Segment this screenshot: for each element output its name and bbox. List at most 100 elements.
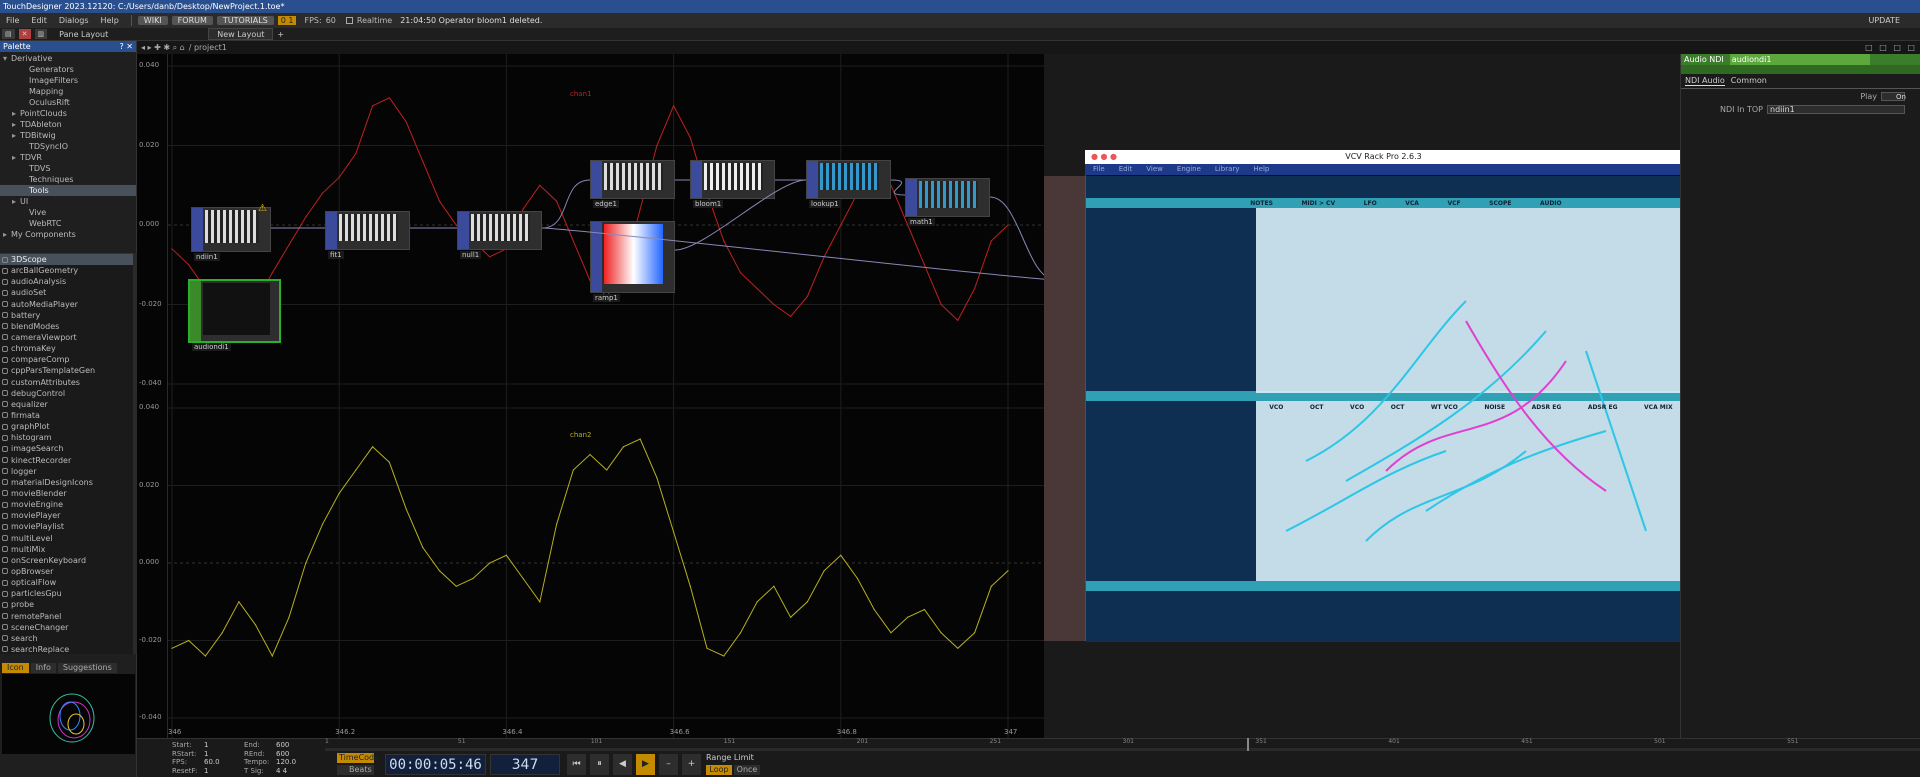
- tab-new-layout[interactable]: New Layout: [208, 28, 274, 40]
- nav-icons[interactable]: ◂ ▸ ✚ ✱ ⌕ ⌂: [141, 43, 185, 53]
- node-bloom1[interactable]: bloom1: [690, 160, 775, 208]
- loop-button[interactable]: Loop: [706, 765, 732, 775]
- component-list-item[interactable]: imageSearch: [0, 443, 133, 454]
- pane-layout-label[interactable]: Pane Layout: [59, 30, 108, 39]
- component-list-item[interactable]: battery: [0, 310, 133, 321]
- component-list-item[interactable]: arcBallGeometry: [0, 265, 133, 276]
- channel-chart[interactable]: chan1 chan2 346 346.2 346.4 346.6 346.8 347: [168, 54, 1044, 738]
- vcv-rack-canvas[interactable]: [1086, 151, 1683, 642]
- vcv-menu-help[interactable]: Help: [1253, 164, 1269, 175]
- component-list-item[interactable]: multiMix: [0, 544, 133, 555]
- component-list-item[interactable]: movieBlender: [0, 488, 133, 499]
- time-setting-value[interactable]: 600: [276, 741, 316, 750]
- component-list-item[interactable]: movieEngine: [0, 499, 133, 510]
- node-ramp1[interactable]: ramp1: [590, 221, 675, 302]
- time-setting-value[interactable]: 1: [204, 767, 244, 776]
- time-setting-value[interactable]: 4 4: [276, 767, 316, 776]
- node-lookup1[interactable]: lookup1: [806, 160, 891, 208]
- step-back-icon[interactable]: ◀: [613, 754, 632, 775]
- component-list-item[interactable]: opticalFlow: [0, 577, 133, 588]
- component-list-item[interactable]: onScreenKeyboard: [0, 555, 133, 566]
- component-list-item[interactable]: probe: [0, 599, 133, 610]
- ndi-in-top-field[interactable]: ndiin1: [1767, 105, 1905, 114]
- node-null1[interactable]: null1: [457, 211, 542, 259]
- split-icon[interactable]: ▤: [2, 29, 15, 39]
- tab-common[interactable]: Common: [1731, 76, 1767, 86]
- op-name-field[interactable]: audiondi1: [1729, 54, 1870, 65]
- menu-edit[interactable]: Edit: [25, 16, 53, 25]
- component-list-item[interactable]: remotePanel: [0, 611, 133, 622]
- caret-right-icon[interactable]: ▸: [12, 196, 20, 207]
- node-flags[interactable]: [190, 281, 201, 341]
- play-icon[interactable]: ▶: [636, 754, 655, 775]
- node-flags[interactable]: [591, 222, 602, 292]
- window-controls-icon[interactable]: ● ● ●: [1091, 150, 1117, 164]
- menu-file[interactable]: File: [0, 16, 25, 25]
- node-audiondi1[interactable]: audiondi1: [188, 279, 281, 351]
- param-toolbar[interactable]: [1681, 65, 1920, 74]
- component-list-item[interactable]: moviePlayer: [0, 510, 133, 521]
- node-math1[interactable]: math1: [905, 178, 990, 226]
- palette-tree-item[interactable]: Generators: [0, 64, 136, 75]
- node-flags[interactable]: [458, 212, 469, 249]
- component-list-item[interactable]: moviePlaylist: [0, 521, 133, 532]
- step-plus-icon[interactable]: +: [682, 754, 701, 775]
- error-badge[interactable]: 0 1: [277, 16, 297, 25]
- help-icon[interactable]: ? ✕: [120, 41, 134, 52]
- vcv-menu-file[interactable]: File: [1093, 164, 1105, 175]
- palette-tree-item[interactable]: Vive: [0, 207, 136, 218]
- add-layout-button[interactable]: +: [277, 30, 284, 39]
- time-setting-value[interactable]: 600: [276, 750, 316, 759]
- node-edge1[interactable]: edge1: [590, 160, 675, 208]
- time-setting-value[interactable]: 60.0: [204, 758, 244, 767]
- menu-dialogs[interactable]: Dialogs: [53, 16, 95, 25]
- time-setting-value[interactable]: 1: [204, 741, 244, 750]
- palette-tree-item[interactable]: Mapping: [0, 86, 136, 97]
- component-list-item[interactable]: sceneChanger: [0, 622, 133, 633]
- once-button[interactable]: Once: [734, 765, 760, 775]
- caret-right-icon[interactable]: ▸: [12, 119, 20, 130]
- rewind-icon[interactable]: ⏮: [567, 754, 586, 775]
- vcv-menu-edit[interactable]: Edit: [1119, 164, 1133, 175]
- node-flags[interactable]: [807, 161, 818, 198]
- component-list-item[interactable]: search: [0, 633, 133, 644]
- close-pane-icon[interactable]: ✕: [18, 29, 31, 39]
- node-fit1[interactable]: fit1: [325, 211, 410, 259]
- palette-tree-item[interactable]: ▸ TDAbleton: [0, 119, 136, 130]
- component-list-item[interactable]: cameraViewport: [0, 332, 133, 343]
- component-list-item[interactable]: searchReplace: [0, 644, 133, 654]
- pane-buttons[interactable]: □ □ □ □: [1865, 43, 1917, 52]
- palette-tree-item[interactable]: ▾ Derivative: [0, 53, 136, 64]
- component-list-item[interactable]: graphPlot: [0, 421, 133, 432]
- component-list-item[interactable]: audioSet: [0, 287, 133, 298]
- component-list-item[interactable]: debugControl: [0, 388, 133, 399]
- component-list-item[interactable]: 3DScope: [0, 254, 133, 266]
- caret-right-icon[interactable]: ▸: [12, 108, 20, 119]
- palette-tree-item[interactable]: Tools: [0, 185, 136, 196]
- palette-tree-item[interactable]: TDVS: [0, 163, 136, 174]
- component-list-item[interactable]: blendModes: [0, 321, 133, 332]
- component-list-item[interactable]: customAttributes: [0, 377, 133, 388]
- vcv-menu-engine[interactable]: Engine: [1177, 164, 1201, 175]
- timeline-ruler[interactable]: 151101151201251301351401451501551600: [325, 738, 1920, 748]
- vcv-menu-library[interactable]: Library: [1215, 164, 1239, 175]
- step-minus-icon[interactable]: –: [659, 754, 678, 775]
- time-setting-value[interactable]: 120.0: [276, 758, 316, 767]
- caret-down-icon[interactable]: ▾: [3, 53, 11, 64]
- palette-tree-item[interactable]: WebRTC: [0, 218, 136, 229]
- vcv-menu-view[interactable]: View: [1146, 164, 1163, 175]
- pause-icon[interactable]: ⏸: [590, 754, 609, 775]
- node-flags[interactable]: [691, 161, 702, 198]
- component-list-item[interactable]: kinectRecorder: [0, 455, 133, 466]
- component-list-item[interactable]: multiLevel: [0, 533, 133, 544]
- palette-tree-item[interactable]: OculusRift: [0, 97, 136, 108]
- component-list-item[interactable]: opBrowser: [0, 566, 133, 577]
- node-flags[interactable]: [326, 212, 337, 249]
- palette-tree-item[interactable]: ▸ TDVR: [0, 152, 136, 163]
- beats-toggle[interactable]: Beats: [337, 765, 374, 775]
- component-list-item[interactable]: audioAnalysis: [0, 276, 133, 287]
- timecode-toggle[interactable]: TimeCode: [337, 753, 379, 763]
- component-list-item[interactable]: materialDesignIcons: [0, 477, 133, 488]
- layout-icon[interactable]: ▥: [34, 29, 48, 39]
- palette-tree-item[interactable]: ▸ UI: [0, 196, 136, 207]
